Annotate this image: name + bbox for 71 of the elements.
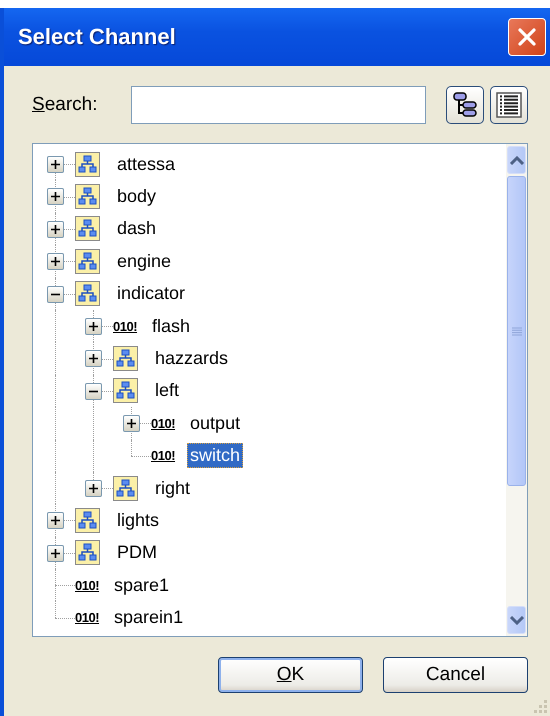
list-view-button[interactable] xyxy=(490,86,528,124)
expand-button[interactable] xyxy=(85,480,102,497)
tree-item[interactable]: dash xyxy=(114,216,160,242)
expand-button[interactable] xyxy=(85,350,102,368)
plus-icon xyxy=(89,484,98,493)
collapse-button[interactable] xyxy=(85,382,102,400)
scrollbar[interactable] xyxy=(506,144,527,636)
chevron-up-icon xyxy=(510,156,524,164)
tree-item[interactable]: engine xyxy=(114,248,174,274)
channel-code: 010! xyxy=(75,578,100,593)
scroll-up-button[interactable] xyxy=(507,146,526,174)
tree-item[interactable]: right xyxy=(152,476,194,501)
close-button[interactable] xyxy=(508,18,546,56)
window-title: Select Channel xyxy=(18,24,176,50)
plus-icon xyxy=(89,322,98,331)
expand-button[interactable] xyxy=(47,512,64,530)
tree-view-icon xyxy=(453,92,477,118)
plus-icon xyxy=(51,160,60,169)
grip-icon xyxy=(512,326,522,336)
tree-item[interactable]: left xyxy=(152,378,182,404)
expand-button[interactable] xyxy=(47,156,64,173)
tree-item[interactable]: output xyxy=(187,410,244,436)
scroll-thumb[interactable] xyxy=(507,176,526,486)
collapse-button[interactable] xyxy=(47,286,64,303)
expand-button[interactable] xyxy=(47,220,64,238)
expand-button[interactable] xyxy=(85,318,102,335)
tree-item[interactable]: indicator xyxy=(114,281,188,306)
plus-icon xyxy=(127,419,136,428)
channel-code: 010! xyxy=(151,416,176,431)
org-chart-icon xyxy=(75,281,100,306)
org-chart-icon xyxy=(113,378,138,404)
plus-icon xyxy=(51,257,60,266)
chevron-down-icon xyxy=(510,616,524,624)
search-field[interactable] xyxy=(131,86,426,124)
scroll-down-button[interactable] xyxy=(507,606,526,634)
org-chart-icon xyxy=(75,508,100,533)
ok-button[interactable]: OK xyxy=(218,657,363,693)
org-chart-icon xyxy=(75,216,100,242)
expand-button[interactable] xyxy=(47,253,64,270)
list-view-icon xyxy=(496,92,522,118)
org-chart-icon xyxy=(75,540,100,566)
plus-icon xyxy=(51,224,60,234)
tree-item[interactable]: sparein1 xyxy=(111,605,186,630)
close-icon xyxy=(516,26,538,48)
search-label: Search: xyxy=(31,94,98,116)
channel-code: 010! xyxy=(113,318,138,334)
plus-icon xyxy=(51,192,60,202)
channel-code: 010! xyxy=(151,448,176,464)
tree-item[interactable]: attessa xyxy=(114,152,178,177)
plus-icon xyxy=(51,548,60,558)
org-chart-icon xyxy=(75,152,100,177)
tree-item[interactable]: hazzards xyxy=(152,346,232,372)
expand-button[interactable] xyxy=(123,415,140,432)
plus-icon xyxy=(89,354,98,364)
tree-item[interactable]: spare1 xyxy=(111,572,172,598)
tree-view-button[interactable] xyxy=(446,86,484,124)
org-chart-icon xyxy=(113,346,138,372)
org-chart-icon xyxy=(113,476,138,501)
expand-button[interactable] xyxy=(47,544,64,562)
tree-item[interactable]: switch xyxy=(187,443,244,468)
tree-item[interactable]: lights xyxy=(114,508,162,533)
expand-button[interactable] xyxy=(47,188,64,206)
channel-code: 010! xyxy=(75,610,100,626)
cancel-button[interactable]: Cancel xyxy=(383,657,528,693)
org-chart-icon xyxy=(75,184,100,210)
tree-item[interactable]: flash xyxy=(149,314,194,339)
org-chart-icon xyxy=(75,248,100,274)
resize-grip-icon xyxy=(532,698,548,714)
tree-item[interactable]: body xyxy=(114,184,160,210)
tree-item[interactable]: PDM xyxy=(114,540,160,566)
plus-icon xyxy=(51,516,60,526)
